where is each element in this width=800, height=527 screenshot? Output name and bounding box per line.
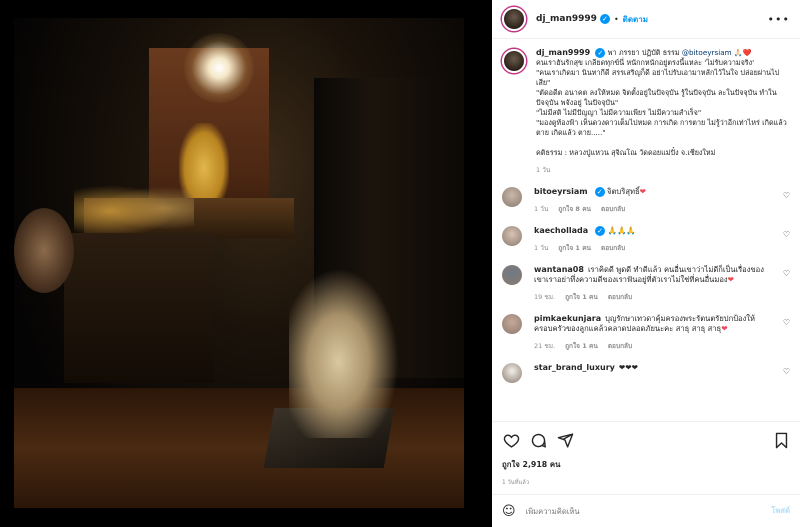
- comment-likes[interactable]: ถูกใจ 1 คน: [565, 292, 598, 302]
- reply-button[interactable]: ตอบกลับ: [601, 243, 625, 253]
- caption-mention-prefix: พา ภรรยา ปฏิบัติ ธรรม: [607, 48, 682, 57]
- header-username[interactable]: dj_man9999: [536, 14, 597, 24]
- commenter-username[interactable]: kaechollada: [534, 226, 588, 235]
- commenter-username[interactable]: wantana08: [534, 265, 584, 274]
- altar-cabinet: [64, 233, 214, 383]
- comment-like-heart-icon[interactable]: ♡: [783, 230, 790, 239]
- comment-item: kaechollada ✓ 🙏🙏🙏 1 วัน ถูกใจ 1 คน ตอบกลับ ♡: [492, 218, 800, 257]
- comment-text: ❤❤❤: [618, 363, 638, 372]
- bookmark-icon[interactable]: [772, 431, 790, 449]
- comment-like-heart-icon[interactable]: ♡: [783, 367, 790, 376]
- comment-likes[interactable]: ถูกใจ 1 คน: [565, 341, 598, 351]
- caption-mention-suffix: 🙏🏻❤️: [731, 48, 752, 57]
- altar-ornaments: [74, 178, 194, 233]
- caption-text: คนเราฮันรักสุข เกลียดทุกข์นี่ หนักกหนักอ…: [536, 58, 787, 157]
- mention-link[interactable]: @bitoeyrsiam: [682, 48, 732, 57]
- comment-like-heart-icon[interactable]: ♡: [783, 318, 790, 327]
- comment-time[interactable]: 1 วัน: [534, 204, 548, 214]
- separator-dot: •: [613, 14, 619, 24]
- commenter-avatar[interactable]: [502, 187, 522, 207]
- like-heart-icon[interactable]: [502, 431, 520, 449]
- verified-badge-icon: ✓: [595, 226, 606, 236]
- emoji-smiley-icon[interactable]: ☺: [502, 504, 516, 519]
- commenter-username[interactable]: bitoeyrsiam: [534, 187, 588, 196]
- reply-button[interactable]: ตอบกลับ: [608, 292, 632, 302]
- add-comment-bar: ☺ โพสต์: [492, 494, 800, 527]
- red-heart-emoji-icon: ❤: [727, 275, 735, 284]
- round-plaque: [14, 208, 74, 293]
- avatar[interactable]: [502, 7, 526, 31]
- comment-likes[interactable]: ถูกใจ 8 คน: [558, 204, 591, 214]
- praying-person: [289, 268, 399, 438]
- post-comment-button[interactable]: โพสต์: [771, 505, 790, 517]
- follow-button[interactable]: ติดตาม: [623, 13, 648, 26]
- comment-text: จิตบริสุทธิ์: [607, 187, 640, 196]
- comment-item: wantana08 เราคิดดี พูดดี ทำดีแล้ว คนอื่นเ…: [492, 257, 800, 306]
- comment-item: bitoeyrsiam ✓ จิตบริสุทธิ์❤ 1 วัน ถูกใจ 8 ค…: [492, 179, 800, 218]
- comment-like-heart-icon[interactable]: ♡: [783, 191, 790, 200]
- comments-scroll-area[interactable]: dj_man9999 ✓ พา ภรรยา ปฏิบัติ ธรรม @bito…: [492, 39, 800, 421]
- commenter-username[interactable]: pimkaekunjara: [534, 314, 601, 323]
- post-caption: dj_man9999 ✓ พา ภรรยา ปฏิบัติ ธรรม @bito…: [492, 39, 800, 179]
- post-time[interactable]: 1 วันที่แล้ว: [502, 477, 790, 487]
- comments-list: bitoeyrsiam ✓ จิตบริสุทธิ์❤ 1 วัน ถูกใจ 8 ค…: [492, 179, 800, 387]
- post-header: dj_man9999 ✓ • ติดตาม •••: [492, 0, 800, 39]
- comment-likes[interactable]: ถูกใจ 1 คน: [558, 243, 591, 253]
- ceiling-light: [184, 33, 254, 103]
- commenter-avatar[interactable]: [502, 265, 522, 285]
- post-actions: ถูกใจ 2,918 คน 1 วันที่แล้ว: [492, 421, 800, 486]
- comment-time[interactable]: 21 ชม.: [534, 341, 555, 351]
- share-send-icon[interactable]: [556, 431, 574, 449]
- caption-username[interactable]: dj_man9999: [536, 48, 590, 57]
- likes-count[interactable]: ถูกใจ 2,918 คน: [502, 459, 790, 471]
- comment-item: star_brand_luxury ❤❤❤ ♡: [492, 355, 800, 387]
- commenter-avatar[interactable]: [502, 314, 522, 334]
- comment-time[interactable]: 1 วัน: [534, 243, 548, 253]
- commenter-avatar[interactable]: [502, 363, 522, 383]
- more-options-icon[interactable]: •••: [768, 13, 790, 26]
- comment-item: pimkaekunjara บุญรักษาเทวดาคุ้มครองพระรัต…: [492, 306, 800, 355]
- post-side-panel: dj_man9999 ✓ • ติดตาม ••• dj_man9999 ✓ พ…: [492, 0, 800, 527]
- comment-like-heart-icon[interactable]: ♡: [783, 269, 790, 278]
- reply-button[interactable]: ตอบกลับ: [608, 341, 632, 351]
- comment-bubble-icon[interactable]: [529, 431, 547, 449]
- commenter-avatar[interactable]: [502, 226, 522, 246]
- red-heart-emoji-icon: ❤: [639, 187, 646, 196]
- verified-badge-icon: ✓: [595, 48, 606, 58]
- caption-time[interactable]: 1 วัน: [536, 165, 790, 175]
- commenter-username[interactable]: star_brand_luxury: [534, 363, 615, 372]
- caption-avatar[interactable]: [502, 49, 526, 73]
- post-media-area: [0, 0, 492, 527]
- red-heart-emoji-icon: ❤: [721, 324, 728, 333]
- comment-input[interactable]: [525, 506, 772, 516]
- post-photo[interactable]: [14, 18, 464, 508]
- comment-text: 🙏🙏🙏: [607, 226, 636, 235]
- verified-badge-icon: ✓: [594, 187, 605, 197]
- verified-badge-icon: ✓: [599, 14, 610, 24]
- comment-time[interactable]: 19 ชม.: [534, 292, 555, 302]
- reply-button[interactable]: ตอบกลับ: [601, 204, 625, 214]
